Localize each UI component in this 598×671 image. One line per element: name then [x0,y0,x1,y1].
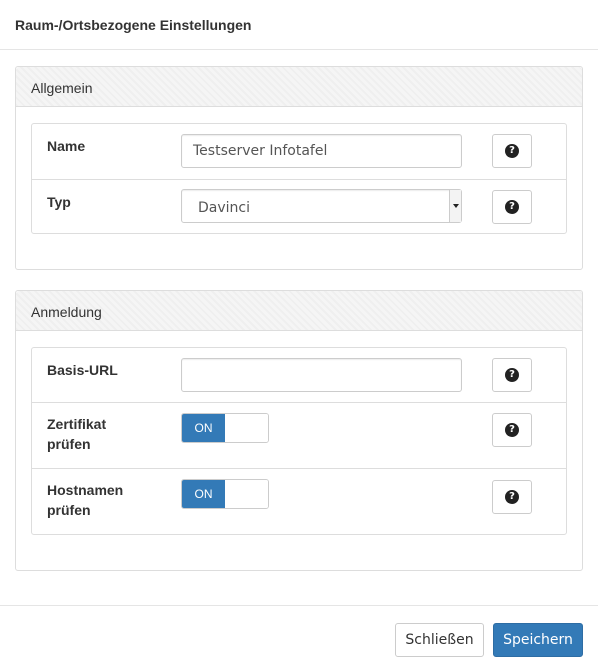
hostnamen-label-line1: Hostnamen [47,482,124,498]
basis-url-input[interactable] [181,358,462,392]
typ-select-value: Davinci [198,200,250,216]
hostnamen-label-line2: prüfen [47,502,91,518]
question-circle-icon: ? [505,423,519,437]
name-input[interactable]: Testserver Infotafel [181,134,462,168]
question-circle-icon: ? [505,144,519,158]
typ-help-button[interactable]: ? [492,190,532,224]
row-name: Name Testserver Infotafel ? [32,124,566,180]
zertifikat-label: Zertifikat prüfen [47,414,106,454]
zertifikat-label-line2: prüfen [47,436,91,452]
form-group-allgemein: Name Testserver Infotafel ? Typ Davinci … [31,123,567,234]
hostnamen-toggle[interactable]: ON [181,479,269,509]
row-typ: Typ Davinci ? [32,179,566,234]
panel-heading-allgemein: Allgemein [16,67,582,107]
row-basis-url: Basis-URL ? [32,348,566,403]
name-help-button[interactable]: ? [492,134,532,168]
row-zertifikat: Zertifikat prüfen ON ? [32,402,566,468]
row-hostnamen: Hostnamen prüfen ON ? [32,468,566,534]
hostnamen-toggle-off [225,480,268,508]
basis-url-help-button[interactable]: ? [492,358,532,392]
question-circle-icon: ? [505,368,519,382]
question-circle-icon: ? [505,490,519,504]
basis-url-label: Basis-URL [47,362,118,378]
panel-heading-anmeldung: Anmeldung [16,291,582,331]
close-button[interactable]: Schließen [395,623,484,657]
form-group-anmeldung: Basis-URL ? Zertifikat prüfen ON ? Hostn… [31,347,567,535]
dialog-footer: Schließen Speichern [0,605,598,671]
hostnamen-help-button[interactable]: ? [492,480,532,514]
question-circle-icon: ? [505,200,519,214]
zertifikat-toggle-on: ON [182,414,225,442]
zertifikat-help-button[interactable]: ? [492,413,532,447]
typ-select[interactable]: Davinci [181,189,462,223]
dialog-header: Raum-/Ortsbezogene Einstellungen [0,0,598,50]
typ-label: Typ [47,194,71,210]
name-label: Name [47,138,86,154]
dialog-title: Raum-/Ortsbezogene Einstellungen [15,17,252,33]
zertifikat-label-line1: Zertifikat [47,416,107,432]
chevron-down-icon [449,190,461,222]
panel-anmeldung: Anmeldung Basis-URL ? Zertifikat prüfen … [15,290,583,571]
zertifikat-toggle-off [225,414,268,442]
zertifikat-toggle[interactable]: ON [181,413,269,443]
hostnamen-label: Hostnamen prüfen [47,480,123,520]
panel-allgemein: Allgemein Name Testserver Infotafel ? Ty… [15,66,583,270]
hostnamen-toggle-on: ON [182,480,225,508]
save-button[interactable]: Speichern [493,623,583,657]
settings-dialog: Raum-/Ortsbezogene Einstellungen Allgeme… [0,0,598,671]
